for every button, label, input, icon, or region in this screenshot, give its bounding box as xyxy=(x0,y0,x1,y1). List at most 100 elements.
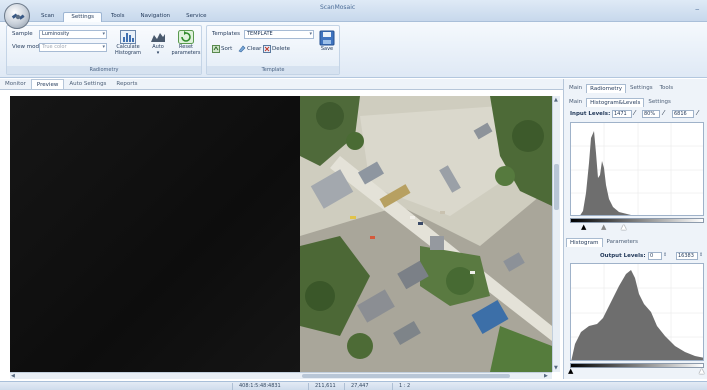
white-eyedropper-icon[interactable]: ⁄ xyxy=(697,110,698,117)
viewmode-label: View mode xyxy=(12,44,43,50)
scroll-down-icon[interactable]: ▼ xyxy=(554,365,558,371)
properties-panel: Main Radiometry Settings Tools Main Hist… xyxy=(563,79,707,379)
app-menu-button[interactable] xyxy=(4,3,30,29)
input-gamma-field[interactable]: 80% xyxy=(642,110,660,118)
status-zoom: 1 : 2 xyxy=(392,383,442,390)
output-histogram xyxy=(570,263,704,361)
black-eyedropper-icon[interactable]: ⁄ xyxy=(634,110,635,117)
aerial-photo xyxy=(300,96,552,372)
gray-eyedropper-icon[interactable]: ⁄ xyxy=(663,110,664,117)
sort-button[interactable]: Sort xyxy=(212,45,232,53)
clear-button[interactable]: Clear xyxy=(238,45,261,53)
reset-parameters-button[interactable]: Reset parameters xyxy=(171,30,201,56)
tab-service[interactable]: Service xyxy=(179,12,213,22)
output-white-field[interactable]: 16383 xyxy=(676,252,698,260)
chevron-down-icon: ▾ xyxy=(102,44,105,50)
sort-icon xyxy=(212,45,220,53)
gamma-slider[interactable]: ▲ xyxy=(601,224,606,231)
input-levels-label: Input Levels: xyxy=(570,111,611,117)
delete-icon xyxy=(263,45,271,53)
panel-top-tabs: Main Radiometry Settings Tools xyxy=(566,84,676,93)
minimize-button[interactable]: _ xyxy=(696,2,700,10)
tab-navigation[interactable]: Navigation xyxy=(134,12,178,22)
output-gradient-bar xyxy=(570,363,704,368)
save-icon xyxy=(319,30,335,46)
output-histogram-plot xyxy=(571,264,703,360)
unprocessed-image-area xyxy=(10,96,300,372)
radiometry-caption: Radiometry xyxy=(7,66,201,74)
templates-select[interactable]: TEMPLATE ▾ xyxy=(244,30,314,39)
viewmode-value: True color xyxy=(42,44,67,50)
image-preview[interactable] xyxy=(10,96,552,372)
status-value-1: 211,611 xyxy=(308,383,344,390)
sample-label: Sample xyxy=(12,31,33,37)
output-black-slider[interactable]: ▲ xyxy=(568,368,573,375)
tab-main[interactable]: Main xyxy=(566,84,585,93)
subtab-histogram-levels[interactable]: Histogram&Levels xyxy=(586,98,645,107)
tab-panel-settings[interactable]: Settings xyxy=(627,84,656,93)
tab-scan[interactable]: Scan xyxy=(34,12,61,22)
chevron-down-icon: ▾ xyxy=(102,31,105,37)
histogram-calc-icon xyxy=(120,30,136,44)
input-white-field[interactable]: 6816 xyxy=(672,110,694,118)
auto-button[interactable]: Auto ▾ xyxy=(149,30,167,56)
delete-button[interactable]: Delete xyxy=(263,45,290,53)
panel-bottom-tabs: Histogram Parameters xyxy=(566,238,641,247)
clear-icon xyxy=(238,45,246,53)
input-histogram xyxy=(570,122,704,216)
vertical-scrollbar[interactable]: ▲ ▼ xyxy=(552,96,560,372)
tab-preview[interactable]: Preview xyxy=(30,79,65,89)
scroll-up-icon[interactable]: ▲ xyxy=(554,97,558,103)
panel-sub-tabs: Main Histogram&Levels Settings xyxy=(566,98,674,107)
ribbon-tabs: Scan Settings Tools Navigation Service xyxy=(34,12,214,22)
vertical-scroll-thumb[interactable] xyxy=(554,164,559,210)
scroll-right-icon[interactable]: ▶ xyxy=(544,373,548,379)
tab-settings[interactable]: Settings xyxy=(63,12,102,22)
tab-parameters[interactable]: Parameters xyxy=(604,238,641,247)
templates-label: Templates xyxy=(212,31,240,37)
radiometry-group: Sample Luminosity ▾ View mode True color… xyxy=(6,25,202,75)
satellite-icon xyxy=(11,13,25,20)
subtab-settings[interactable]: Settings xyxy=(645,98,674,107)
ribbon: Sample Luminosity ▾ View mode True color… xyxy=(0,22,707,78)
tab-tools[interactable]: Tools xyxy=(104,12,132,22)
template-group: Templates TEMPLATE ▾ Sort Clear Delete S… xyxy=(206,25,340,75)
output-white-slider[interactable]: ▲ xyxy=(699,368,704,375)
viewmode-select[interactable]: True color ▾ xyxy=(39,43,107,52)
templates-value: TEMPLATE xyxy=(247,31,273,37)
sample-select[interactable]: Luminosity ▾ xyxy=(39,30,107,39)
horizontal-scroll-thumb[interactable] xyxy=(302,374,510,378)
calculate-histogram-button[interactable]: Calculate Histogram xyxy=(113,30,143,56)
chevron-down-icon: ▾ xyxy=(156,49,160,56)
tab-reports[interactable]: Reports xyxy=(111,79,142,89)
view-tabs: Monitor Preview Auto Settings Reports xyxy=(0,79,563,90)
tab-histogram[interactable]: Histogram xyxy=(566,238,603,247)
output-black-field[interactable]: 0 xyxy=(648,252,662,260)
sample-value: Luminosity xyxy=(42,31,70,37)
tab-monitor[interactable]: Monitor xyxy=(0,79,31,89)
input-black-field[interactable]: 1471 xyxy=(612,110,632,118)
scroll-left-icon[interactable]: ◀ xyxy=(11,373,15,379)
save-button[interactable]: Save xyxy=(317,30,337,53)
output-white-spinner[interactable]: ⇕ xyxy=(699,252,703,258)
input-gradient-bar xyxy=(570,218,704,223)
reset-icon xyxy=(178,30,194,44)
horizontal-scrollbar[interactable]: ◀ ▶ xyxy=(10,372,552,379)
status-coords: 408:1:5:48:4831 xyxy=(232,383,308,390)
auto-levels-icon xyxy=(151,33,165,42)
black-point-slider[interactable]: ▲ xyxy=(581,224,586,231)
tab-radiometry[interactable]: Radiometry xyxy=(586,84,627,93)
status-value-2: 27,447 xyxy=(344,383,392,390)
output-black-spinner[interactable]: ⇕ xyxy=(663,252,667,258)
input-histogram-plot xyxy=(571,123,703,215)
title-bar: ScanMosaic _ Scan Settings Tools Navigat… xyxy=(0,0,707,22)
tab-panel-tools[interactable]: Tools xyxy=(657,84,677,93)
status-bar: 408:1:5:48:4831 211,611 27,447 1 : 2 xyxy=(0,381,707,390)
output-levels-label: Output Levels: xyxy=(600,253,646,259)
subtab-main[interactable]: Main xyxy=(566,98,585,107)
white-point-slider[interactable]: ▲ xyxy=(621,224,626,231)
template-caption: Template xyxy=(207,66,339,74)
window-title: ScanMosaic xyxy=(320,4,356,11)
tab-auto-settings[interactable]: Auto Settings xyxy=(64,79,111,89)
chevron-down-icon: ▾ xyxy=(309,31,312,37)
